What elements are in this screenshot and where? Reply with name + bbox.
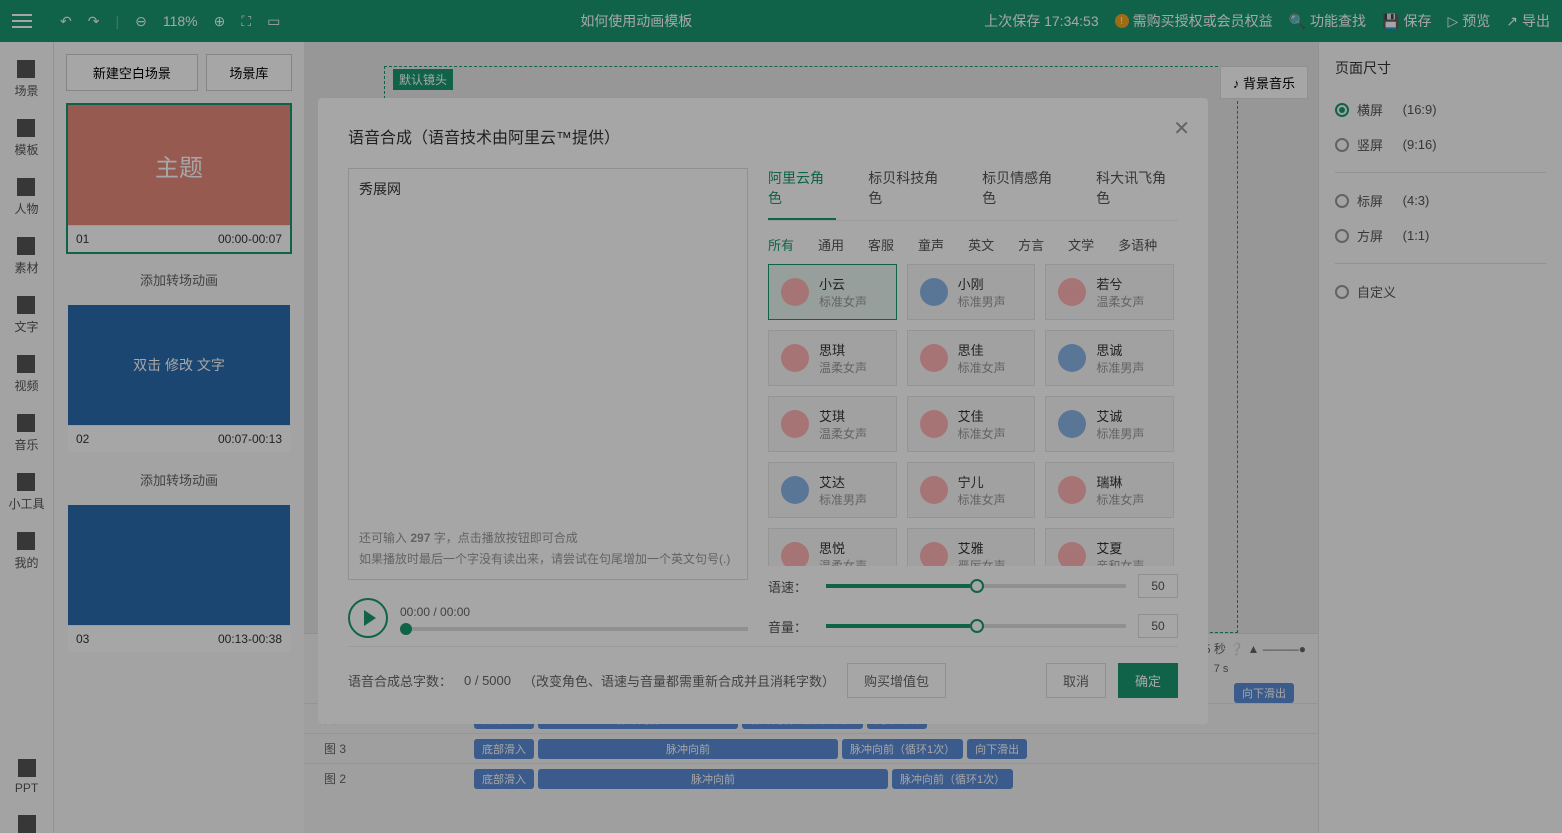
modal-overlay[interactable]	[0, 0, 1562, 833]
